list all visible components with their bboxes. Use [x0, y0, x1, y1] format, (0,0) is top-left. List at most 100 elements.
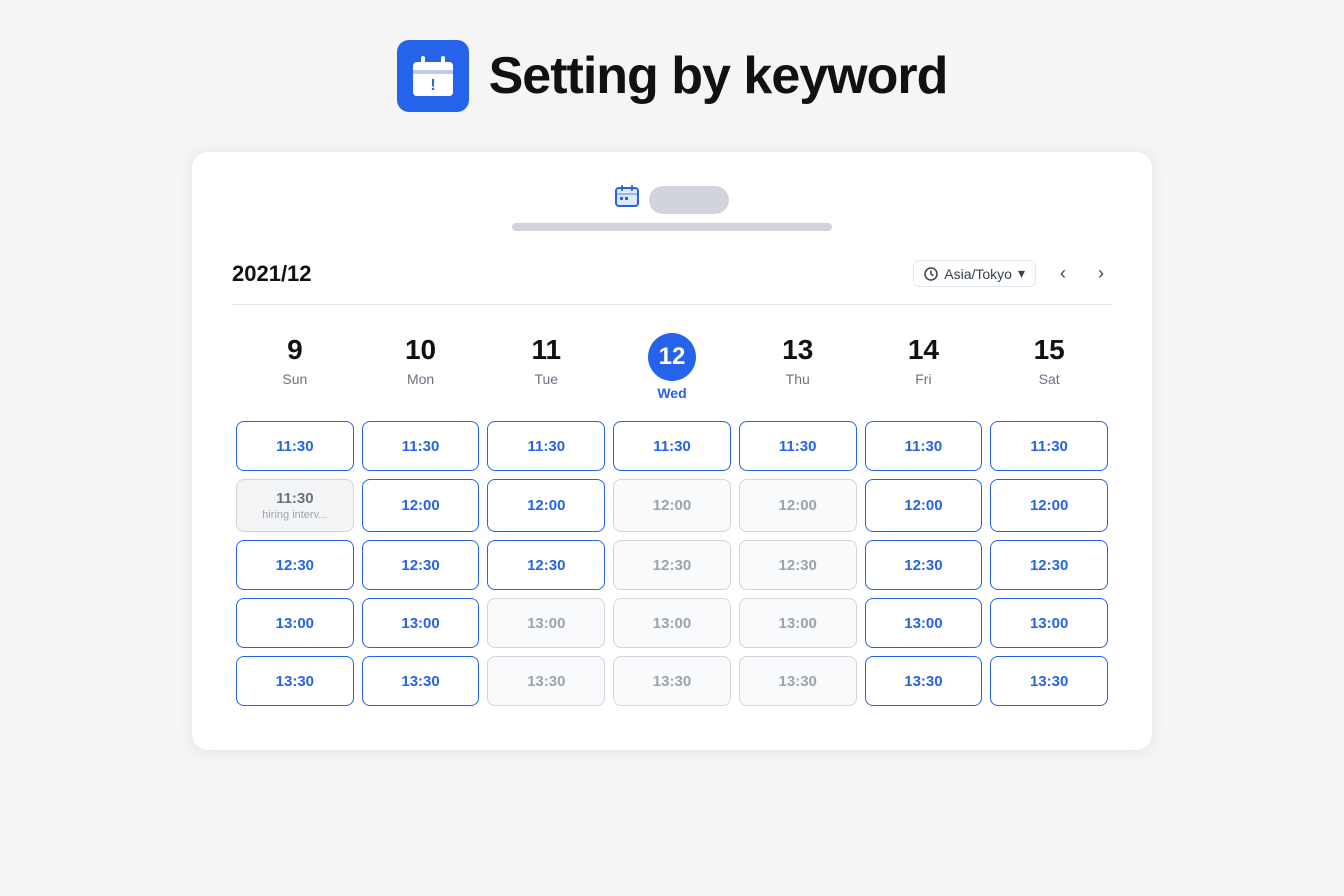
slot-time: 13:00: [401, 615, 439, 632]
day-number: 15: [990, 333, 1108, 367]
time-slot[interactable]: 11:30: [236, 421, 354, 471]
calendar-month: 2021/12: [232, 261, 312, 287]
day-number: 9: [236, 333, 354, 367]
slot-time: 13:00: [653, 615, 691, 632]
slot-time: 13:00: [527, 615, 565, 632]
slot-time: 12:00: [527, 497, 565, 514]
day-name: Fri: [865, 371, 983, 387]
day-number: 10: [362, 333, 480, 367]
time-slot: 13:30: [739, 656, 857, 706]
slot-label: hiring interv...: [262, 509, 327, 521]
toggle-bar[interactable]: [649, 186, 729, 214]
time-slot[interactable]: 13:00: [236, 598, 354, 648]
slot-time: 13:30: [527, 673, 565, 690]
time-slot[interactable]: 13:30: [865, 656, 983, 706]
slot-time: 12:30: [401, 557, 439, 574]
prev-nav-button[interactable]: ‹: [1052, 259, 1074, 288]
page-title: Setting by keyword: [489, 46, 948, 106]
slot-time: 11:30: [528, 438, 566, 455]
time-slot[interactable]: 12:00: [487, 479, 605, 532]
time-slot[interactable]: 11:30: [487, 421, 605, 471]
icon-bar-row: [615, 184, 729, 215]
slot-time: 13:30: [653, 673, 691, 690]
time-slot[interactable]: 13:00: [865, 598, 983, 648]
day-name: Thu: [739, 371, 857, 387]
time-slot[interactable]: 13:30: [362, 656, 480, 706]
slot-time: 11:30: [905, 438, 943, 455]
small-calendar-icon: [615, 184, 639, 215]
time-slot[interactable]: 13:00: [990, 598, 1108, 648]
slot-time: 13:30: [904, 673, 942, 690]
time-slot: 13:00: [739, 598, 857, 648]
time-slot[interactable]: 12:30: [236, 540, 354, 590]
day-header-mon: 10 Mon: [358, 325, 484, 417]
time-slot[interactable]: 13:00: [362, 598, 480, 648]
main-card: 2021/12 Asia/Tokyo ▾ ‹ › 9Sun10Mon11Tue1…: [192, 152, 1152, 750]
time-slot: 13:30: [613, 656, 731, 706]
time-slot[interactable]: 11:30: [865, 421, 983, 471]
slot-time: 12:30: [527, 557, 565, 574]
timezone-label: Asia/Tokyo: [944, 266, 1012, 282]
card-top: [232, 184, 1112, 231]
slot-time: 12:00: [1030, 497, 1068, 514]
slot-time: 12:30: [1030, 557, 1068, 574]
slot-time: 13:00: [779, 615, 817, 632]
slot-time: 11:30: [402, 438, 440, 455]
calendar-header: 2021/12 Asia/Tokyo ▾ ‹ ›: [232, 259, 1112, 305]
timezone-selector[interactable]: Asia/Tokyo ▾: [913, 260, 1036, 287]
clock-icon: [924, 267, 938, 281]
slot-time: 12:00: [401, 497, 439, 514]
slot-time: 12:30: [276, 557, 314, 574]
day-header-fri: 14 Fri: [861, 325, 987, 417]
time-slot: 12:30: [613, 540, 731, 590]
day-name: Mon: [362, 371, 480, 387]
time-slot[interactable]: 12:30: [990, 540, 1108, 590]
slot-time: 13:30: [1030, 673, 1068, 690]
time-slot: 13:00: [487, 598, 605, 648]
time-slot[interactable]: 12:00: [990, 479, 1108, 532]
slot-time: 11:30: [779, 438, 817, 455]
slot-time: 11:30: [1030, 438, 1068, 455]
slot-time: 12:00: [904, 497, 942, 514]
day-header-thu: 13Thu: [735, 325, 861, 417]
time-slot[interactable]: 13:30: [990, 656, 1108, 706]
time-slot: 13:00: [613, 598, 731, 648]
time-slot[interactable]: 12:30: [362, 540, 480, 590]
time-slot: 12:00: [613, 479, 731, 532]
day-name: Sat: [990, 371, 1108, 387]
time-slot: 11:30 hiring interv...: [236, 479, 354, 532]
slot-time: 12:00: [653, 497, 691, 514]
time-slot: 13:30: [487, 656, 605, 706]
time-slot[interactable]: 11:30: [613, 421, 731, 471]
time-slot[interactable]: 11:30: [362, 421, 480, 471]
time-slot[interactable]: 12:30: [865, 540, 983, 590]
time-slot[interactable]: 13:30: [236, 656, 354, 706]
time-slot[interactable]: 11:30: [990, 421, 1108, 471]
day-header-tue: 11 Tue: [483, 325, 609, 417]
time-slot[interactable]: 12:30: [487, 540, 605, 590]
app-icon: !: [397, 40, 469, 112]
calendar-controls: Asia/Tokyo ▾ ‹ ›: [913, 259, 1112, 288]
time-slot[interactable]: 12:00: [362, 479, 480, 532]
days-grid: 9Sun10Mon11Tue12Wed13Thu14Fri15Sat11:301…: [232, 325, 1112, 710]
time-slot[interactable]: 11:30: [739, 421, 857, 471]
day-header-wed: 12Wed: [609, 325, 735, 417]
slot-time: 11:30: [276, 438, 314, 455]
slot-time: 11:30: [276, 490, 314, 507]
time-slot: 12:30: [739, 540, 857, 590]
timezone-dropdown-icon: ▾: [1018, 265, 1025, 282]
day-name: Tue: [487, 371, 605, 387]
time-slot: 12:00: [739, 479, 857, 532]
slot-time: 12:30: [653, 557, 691, 574]
next-nav-button[interactable]: ›: [1090, 259, 1112, 288]
day-name: Sun: [236, 371, 354, 387]
day-number: 14: [865, 333, 983, 367]
day-header-sun: 9 Sun: [232, 325, 358, 417]
slot-time: 13:00: [904, 615, 942, 632]
slot-time: 13:30: [401, 673, 439, 690]
slot-time: 13:00: [1030, 615, 1068, 632]
day-number: 11: [487, 333, 605, 367]
time-slot[interactable]: 12:00: [865, 479, 983, 532]
slot-time: 12:00: [779, 497, 817, 514]
svg-text:!: !: [430, 77, 435, 94]
